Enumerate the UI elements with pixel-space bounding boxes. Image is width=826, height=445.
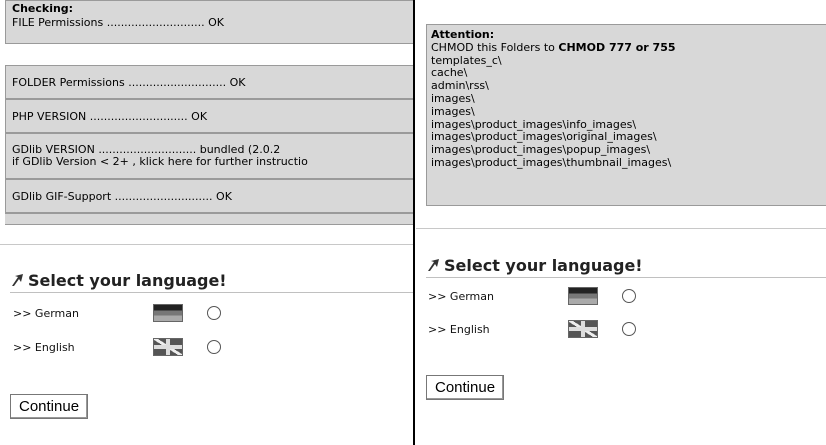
pane-divider — [413, 0, 415, 445]
php-version-box: PHP VERSION ............................… — [5, 99, 414, 133]
english-label: >> English — [13, 341, 75, 354]
section-divider — [0, 244, 414, 245]
gdlib-gif-status: GDlib GIF-Support ......................… — [12, 190, 232, 203]
folder-item: admin\rss\ — [431, 79, 489, 93]
folder-permissions-status: FOLDER Permissions .....................… — [12, 76, 246, 89]
php-version-status: PHP VERSION ............................… — [12, 110, 208, 123]
english-radio[interactable] — [207, 340, 221, 354]
english-radio[interactable] — [622, 322, 636, 336]
arrow-icon — [12, 274, 23, 286]
checking-box: Checking: FILE Permissions .............… — [5, 0, 414, 44]
continue-button[interactable]: Continue — [10, 394, 89, 419]
folder-item: images\ — [431, 104, 475, 118]
language-option-german: >> German — [428, 287, 668, 307]
title-rule — [426, 277, 826, 278]
language-section-title: Select your language! — [426, 256, 643, 275]
title-rule — [10, 292, 414, 293]
gdlib-version-box: GDlib VERSION ..........................… — [5, 133, 414, 179]
language-option-english: >> English — [13, 338, 253, 358]
gdlib-gif-box: GDlib GIF-Support ......................… — [5, 179, 414, 213]
arrow-icon — [428, 259, 439, 271]
folder-item: templates_c\ — [431, 53, 502, 67]
german-flag-icon — [568, 287, 598, 305]
language-section-title: Select your language! — [10, 271, 227, 290]
uk-flag-icon — [568, 320, 598, 338]
language-option-english: >> English — [428, 320, 668, 340]
file-permissions-status: FILE Permissions .......................… — [12, 16, 224, 29]
attention-box: Attention: CHMOD this Folders to CHMOD 7… — [426, 24, 826, 206]
folder-item: images\ — [431, 91, 475, 105]
folder-permissions-box: FOLDER Permissions .....................… — [5, 65, 414, 99]
section-divider — [416, 228, 826, 229]
language-option-german: >> German — [13, 304, 253, 324]
checking-heading: Checking: — [12, 2, 74, 15]
right-pane: Attention: CHMOD this Folders to CHMOD 7… — [416, 0, 826, 445]
german-radio[interactable] — [622, 289, 636, 303]
continue-button[interactable]: Continue — [426, 375, 505, 400]
folder-item: cache\ — [431, 66, 468, 80]
left-pane: Checking: FILE Permissions .............… — [0, 0, 414, 445]
chmod-instruction: CHMOD this Folders to CHMOD 777 or 755 — [431, 40, 676, 54]
german-label: >> German — [13, 307, 79, 320]
gdlib-instructions-link[interactable]: if GDlib Version < 2+ , klick here for f… — [12, 156, 408, 168]
checking-box-footer — [5, 213, 414, 225]
english-label: >> English — [428, 323, 490, 336]
german-label: >> German — [428, 290, 494, 303]
german-flag-icon — [153, 304, 183, 322]
german-radio[interactable] — [207, 306, 221, 320]
folder-item: images\product_images\thumbnail_images\ — [431, 155, 672, 169]
uk-flag-icon — [153, 338, 183, 356]
